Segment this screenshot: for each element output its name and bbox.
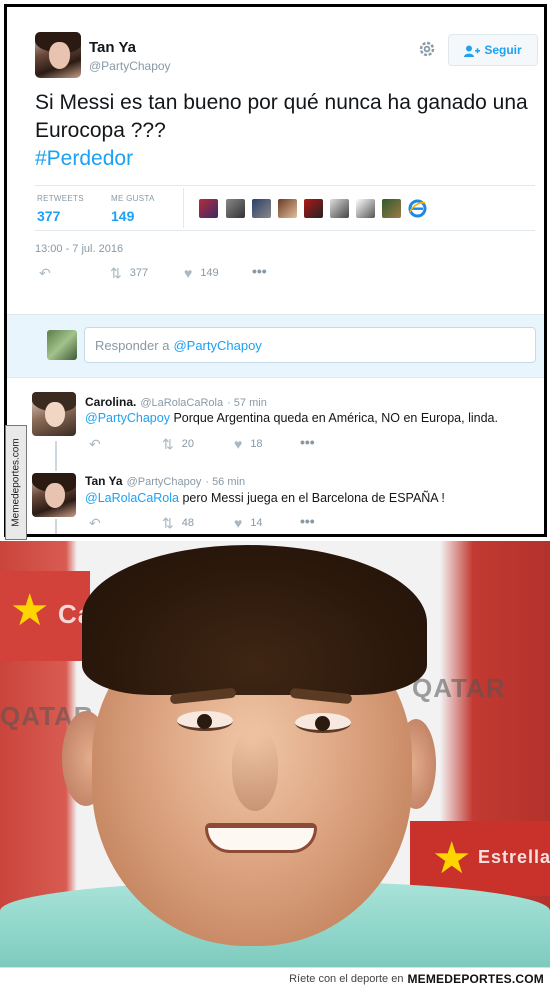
retweet-icon: ⇅ [162,515,174,531]
eye [177,711,233,731]
tweet-timestamp[interactable]: 13:00 - 7 jul. 2016 [35,243,123,255]
footer-tagline: Ríete con el deporte en [289,973,404,985]
liker-avatar[interactable] [356,199,375,218]
reply-input[interactable]: Responder a @PartyChapoy [84,327,536,363]
retweet-action[interactable]: ⇅ 20 [162,437,194,451]
reply-author-handle[interactable]: @PartyChapoy [127,476,202,488]
reply-composer: Responder a @PartyChapoy [7,314,544,378]
reply-author-handle[interactable]: @LaRolaCaRola [140,397,223,409]
like-action-count: 14 [250,517,263,529]
reply-icon: ↶ [89,515,101,531]
browser-logo-icon[interactable] [408,199,427,218]
star-logo-icon: ★ [10,586,50,635]
liker-avatar[interactable] [199,199,218,218]
star-logo-icon: ★ [432,834,472,883]
reply-action[interactable]: ↶ [39,266,51,280]
retweets-label: RETWEETS [37,194,84,203]
retweet-action-count: 377 [129,267,149,279]
reply-tweet[interactable]: Carolina. @LaRolaCaRola · 57 min @PartyC… [7,383,544,471]
tweet-stats: RETWEETS 377 ME GUSTA 149 [35,185,535,231]
liker-avatar[interactable] [226,199,245,218]
sponsor-text: QATAR [412,673,506,703]
reply-author-avatar[interactable] [32,473,76,517]
retweet-action-count: 48 [181,517,194,529]
mouth [205,823,317,853]
reply-icon: ↶ [39,265,51,281]
like-action-count: 149 [200,267,219,279]
more-dots-icon: ••• [252,263,267,279]
thread-line [55,519,57,534]
like-action[interactable]: ♥ 14 [234,516,263,530]
more-dots-icon: ••• [300,513,315,529]
heart-icon: ♥ [234,436,243,452]
follow-button[interactable]: Seguir [448,34,538,66]
retweet-icon: ⇅ [110,265,122,281]
heart-icon: ♥ [184,265,193,281]
reply-author-avatar[interactable] [32,392,76,436]
reply-mention[interactable]: @PartyChapoy [85,411,170,425]
follow-label: Seguir [484,43,522,57]
retweet-action[interactable]: ⇅ 48 [162,516,194,530]
liker-avatar[interactable] [278,199,297,218]
hair [82,545,427,695]
eye [295,713,351,733]
tweet-card: Tan Ya @PartyChapoy Seguir Si Messi es t… [4,4,547,537]
more-dots-icon: ••• [300,434,315,450]
press-conference-photo: ★ Ca QATAR QATAR ★ Estrella [0,541,550,967]
like-action[interactable]: ♥ 149 [184,266,219,280]
reply-icon: ↶ [89,436,101,452]
liker-avatar[interactable] [304,199,323,218]
author-name[interactable]: Tan Ya [89,39,136,56]
retweet-icon: ⇅ [162,436,174,452]
reply-action[interactable]: ↶ [89,437,101,451]
user-plus-icon [464,45,481,57]
hashtag-link[interactable]: #Perdedor [35,147,133,171]
watermark-text: Memedeportes.com [10,438,22,527]
author-avatar[interactable] [35,32,81,78]
reply-action[interactable]: ↶ [89,516,101,530]
like-action[interactable]: ♥ 18 [234,437,263,451]
reply-author-name[interactable]: Tan Ya [85,474,123,488]
liker-avatar[interactable] [330,199,349,218]
reply-mention[interactable]: @LaRolaCaRola [85,491,179,505]
reply-time[interactable]: · 56 min [205,476,245,488]
author-handle[interactable]: @PartyChapoy [89,59,171,73]
heart-icon: ♥ [234,515,243,531]
reply-tweet[interactable]: Tan Ya @PartyChapoy · 56 min @LaRolaCaRo… [7,465,544,534]
tweet-text: Si Messi es tan bueno por qué nunca ha g… [35,91,528,142]
reply-placeholder: Responder a [95,338,170,353]
sponsor-text: Estrella [478,847,550,867]
reply-text: pero Messi juega en el Barcelona de ESPA… [182,491,445,505]
nose [232,731,278,811]
footer-credit: Ríete con el deporte en MEMEDEPORTES.COM [0,967,550,990]
liker-avatar[interactable] [252,199,271,218]
reply-time[interactable]: · 57 min [227,397,267,409]
gear-icon[interactable] [418,40,436,63]
more-action[interactable]: ••• [300,514,315,528]
more-action[interactable]: ••• [252,264,267,278]
current-user-avatar [47,330,77,360]
liker-avatar[interactable] [382,199,401,218]
like-action-count: 18 [250,438,263,450]
likes-label: ME GUSTA [111,194,155,203]
reply-placeholder-mention: @PartyChapoy [173,338,262,353]
more-action[interactable]: ••• [300,435,315,449]
retweet-action[interactable]: ⇅ 377 [110,266,148,280]
stats-divider [183,188,184,228]
retweets-count[interactable]: 377 [37,208,60,224]
retweet-action-count: 20 [181,438,194,450]
vertical-watermark: Memedeportes.com [5,425,27,540]
reply-text: Porque Argentina queda en América, NO en… [173,411,498,425]
reply-author-name[interactable]: Carolina. [85,395,136,409]
footer-brand[interactable]: MEMEDEPORTES.COM [407,972,544,986]
likes-count[interactable]: 149 [111,208,134,224]
